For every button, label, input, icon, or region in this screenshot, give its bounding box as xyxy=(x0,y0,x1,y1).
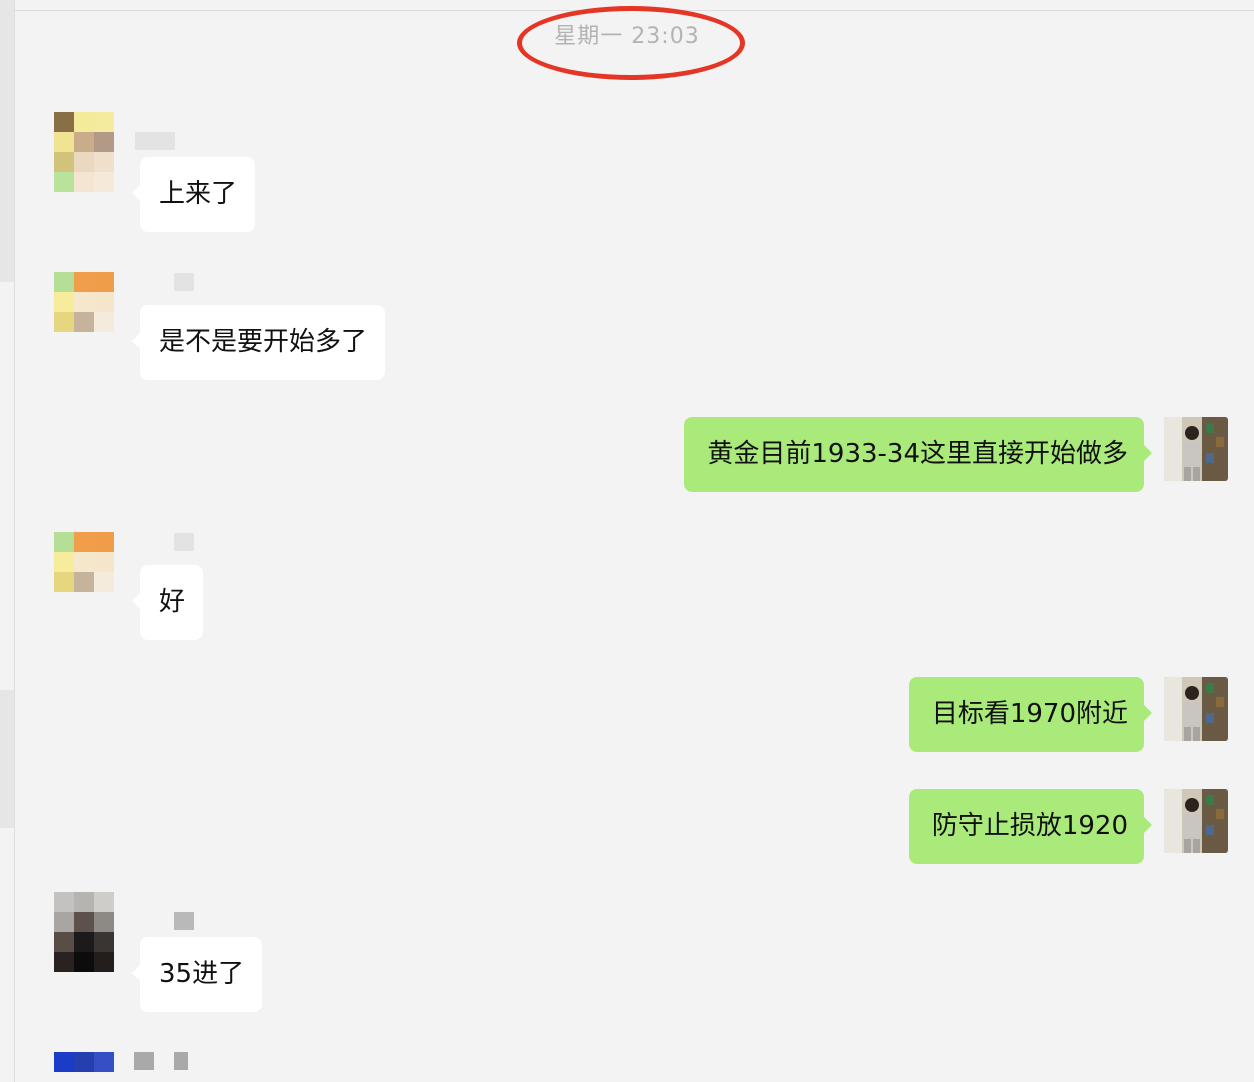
self-avatar[interactable] xyxy=(1164,789,1228,853)
message-text: 是不是要开始多了 xyxy=(159,327,368,357)
contact-avatar[interactable] xyxy=(54,532,114,612)
sender-name-blurred xyxy=(174,273,194,291)
message-text: 黄金目前1933-34这里直接开始做多 xyxy=(707,439,1128,469)
red-circle-annotation xyxy=(517,6,745,80)
window-left-border xyxy=(14,0,15,1082)
person-photo-icon xyxy=(1164,417,1228,481)
sender-name-blurred xyxy=(134,1052,154,1070)
contact-avatar[interactable] xyxy=(54,892,114,972)
message-bubble[interactable]: 是不是要开始多了 xyxy=(131,305,386,380)
message-bubble[interactable]: 好 xyxy=(131,565,204,640)
message-bubble[interactable]: 上来了 xyxy=(131,157,256,232)
self-avatar[interactable] xyxy=(1164,417,1228,481)
sender-name-blurred xyxy=(135,132,175,150)
message-text: 好 xyxy=(159,587,186,617)
contact-avatar[interactable] xyxy=(54,272,114,352)
message-bubble-self[interactable]: 目标看1970附近 xyxy=(908,677,1153,752)
contact-avatar[interactable] xyxy=(54,1052,114,1072)
message-bubble-self[interactable]: 黄金目前1933-34这里直接开始做多 xyxy=(684,417,1152,492)
person-photo-icon xyxy=(1164,789,1228,853)
message-bubble-self[interactable]: 防守止损放1920 xyxy=(908,789,1153,864)
self-avatar[interactable] xyxy=(1164,677,1228,741)
sender-name-blurred xyxy=(174,533,194,551)
message-bubble[interactable]: 35进了 xyxy=(131,937,263,1012)
message-text: 防守止损放1920 xyxy=(931,811,1128,841)
message-text: 35进了 xyxy=(159,959,245,989)
message-text: 目标看1970附近 xyxy=(931,699,1128,729)
sender-name-blurred xyxy=(174,1052,188,1070)
contact-avatar[interactable] xyxy=(54,112,114,192)
message-text: 上来了 xyxy=(159,179,238,209)
person-photo-icon xyxy=(1164,677,1228,741)
sender-name-blurred xyxy=(174,912,194,930)
scrollbar-thumb[interactable] xyxy=(0,690,14,828)
